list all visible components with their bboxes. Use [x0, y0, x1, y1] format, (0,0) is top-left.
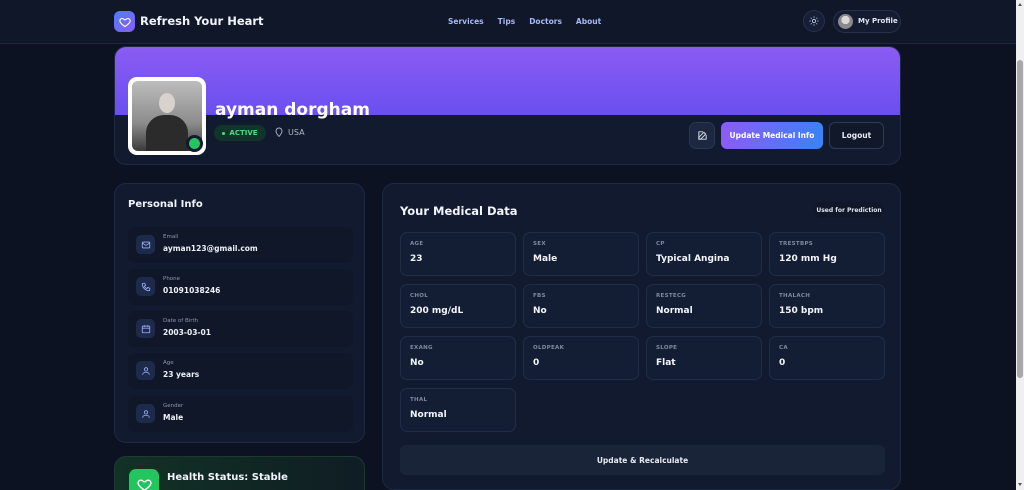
field-value: No — [533, 306, 547, 316]
info-item-gender: Gender Male — [128, 396, 353, 432]
location: USA — [275, 127, 305, 137]
heart-icon — [129, 469, 159, 490]
prediction-badge: Used for Prediction — [814, 202, 884, 218]
online-status-dot — [186, 135, 203, 152]
info-label: Date of Birth — [163, 318, 199, 324]
user-name: ayman dorgham — [215, 100, 370, 120]
brand-name[interactable]: Refresh Your Heart — [140, 14, 264, 28]
field-label: THAL — [410, 397, 428, 403]
info-item-dob: Date of Birth 2003-03-01 — [128, 311, 353, 347]
edit-profile-button[interactable] — [689, 122, 715, 149]
medical-field-cp: CP Typical Angina — [646, 232, 762, 276]
medical-field-sex: SEX Male — [523, 232, 639, 276]
field-label: OLDPEAK — [533, 345, 565, 351]
personal-info-title: Personal Info — [128, 199, 203, 210]
info-value: 01091038246 — [163, 286, 221, 295]
personal-info-card: Personal Info Email ayman123@gmail.com P… — [114, 183, 365, 443]
top-navbar: Refresh Your Heart Services Tips Doctors… — [0, 0, 1016, 44]
profile-header-card: ayman dorgham ACTIVE USA Update Medical … — [114, 46, 901, 165]
sun-icon — [809, 16, 819, 26]
field-value: No — [410, 358, 424, 368]
medical-field-thal: THAL Normal — [400, 388, 516, 432]
field-label: RESTECG — [656, 293, 687, 299]
update-medical-info-button[interactable]: Update Medical Info — [721, 122, 823, 149]
medical-field-ca: CA 0 — [769, 336, 885, 380]
nav-links: Services Tips Doctors About — [448, 17, 615, 26]
my-profile-label: My Profile — [858, 17, 898, 25]
nav-link-services[interactable]: Services — [448, 17, 484, 26]
status-badge: ACTIVE — [214, 125, 266, 141]
info-label: Age — [163, 360, 174, 366]
field-value: 23 — [410, 254, 423, 264]
info-value: ayman123@gmail.com — [163, 244, 258, 253]
user-icon — [136, 404, 155, 423]
field-value: Flat — [656, 358, 676, 368]
status-badge-text: ACTIVE — [229, 129, 258, 137]
info-value: 2003-03-01 — [163, 328, 211, 337]
medical-field-thalach: THALACH 150 bpm — [769, 284, 885, 328]
medical-field-oldpeak: OLDPEAK 0 — [523, 336, 639, 380]
field-label: SLOPE — [656, 345, 678, 351]
medical-field-slope: SLOPE Flat — [646, 336, 762, 380]
medical-field-exang: EXANG No — [400, 336, 516, 380]
info-label: Phone — [163, 276, 181, 282]
field-label: THALACH — [779, 293, 811, 299]
medical-field-chol: CHOL 200 mg/dL — [400, 284, 516, 328]
field-label: AGE — [410, 241, 424, 247]
page-scrollbar[interactable] — [1016, 0, 1024, 490]
calendar-icon — [136, 319, 155, 338]
medical-data-card: Your Medical Data Used for Prediction AG… — [382, 183, 901, 490]
field-value: 120 mm Hg — [779, 254, 837, 264]
medical-field-restecg: RESTECG Normal — [646, 284, 762, 328]
location-text: USA — [288, 127, 305, 137]
info-value: Male — [163, 413, 184, 422]
nav-link-tips[interactable]: Tips — [498, 17, 516, 26]
field-value: 0 — [533, 358, 540, 368]
info-item-phone: Phone 01091038246 — [128, 269, 353, 305]
phone-icon — [136, 277, 155, 296]
field-value: Normal — [656, 306, 693, 316]
field-value: 200 mg/dL — [410, 306, 464, 316]
heart-icon[interactable] — [114, 11, 135, 32]
info-label: Gender — [163, 403, 184, 409]
field-label: CA — [779, 345, 788, 351]
field-value: Typical Angina — [656, 254, 730, 264]
scroll-thumb[interactable] — [1017, 60, 1023, 378]
field-value: Male — [533, 254, 558, 264]
my-profile-button[interactable]: My Profile — [833, 10, 901, 33]
scroll-down-arrow-icon[interactable] — [1018, 483, 1022, 486]
medical-field-fbs: FBS No — [523, 284, 639, 328]
avatar — [838, 14, 853, 29]
field-value: 150 bpm — [779, 306, 824, 316]
location-pin-icon — [275, 127, 283, 137]
field-label: FBS — [533, 293, 546, 299]
medical-field-trestbps: TRESTBPS 120 mm Hg — [769, 232, 885, 276]
field-label: CP — [656, 241, 665, 247]
nav-link-about[interactable]: About — [576, 17, 601, 26]
mail-icon — [136, 235, 155, 254]
health-status-card: Health Status: Stable — [114, 456, 365, 490]
field-label: SEX — [533, 241, 546, 247]
field-label: TRESTBPS — [779, 241, 814, 247]
info-value: 23 years — [163, 370, 200, 379]
field-value: Normal — [410, 410, 447, 420]
field-label: CHOL — [410, 293, 429, 299]
field-label: EXANG — [410, 345, 433, 351]
edit-icon — [697, 131, 707, 140]
logout-button[interactable]: Logout — [829, 122, 884, 149]
user-icon — [136, 361, 155, 380]
theme-toggle-button[interactable] — [803, 10, 825, 32]
field-value: 0 — [779, 358, 786, 368]
medical-data-title: Your Medical Data — [400, 204, 518, 218]
health-status-title: Health Status: Stable — [167, 472, 288, 483]
medical-field-age: AGE 23 — [400, 232, 516, 276]
info-label: Email — [163, 234, 179, 240]
info-item-age: Age 23 years — [128, 353, 353, 389]
info-item-email: Email ayman123@gmail.com — [128, 227, 353, 263]
scroll-up-arrow-icon[interactable] — [1018, 3, 1022, 6]
nav-link-doctors[interactable]: Doctors — [529, 17, 562, 26]
update-recalculate-button[interactable]: Update & Recalculate — [400, 445, 885, 475]
